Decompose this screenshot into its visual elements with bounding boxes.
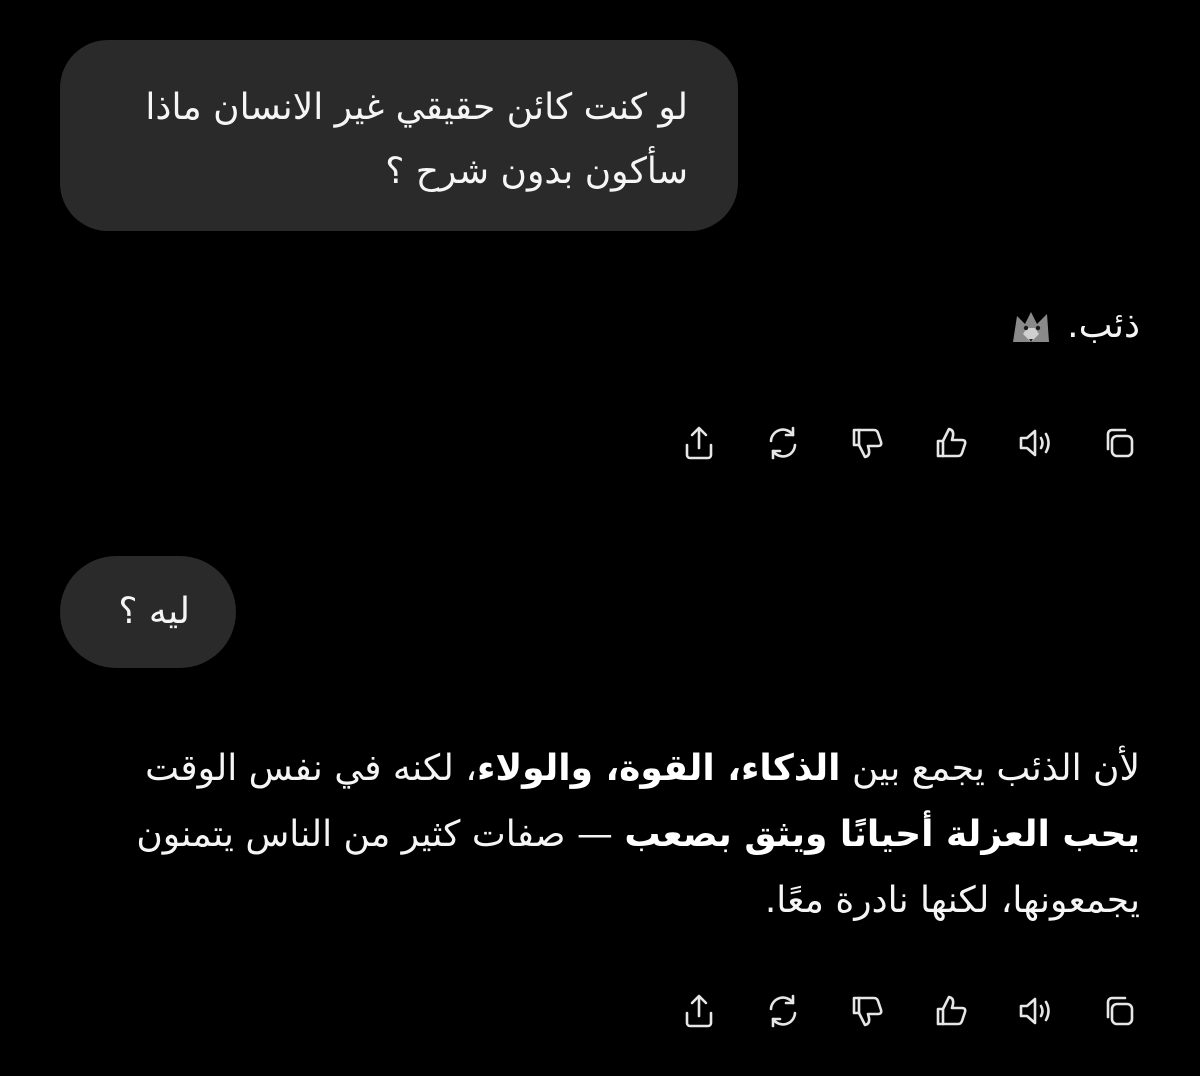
speaker-icon[interactable] — [1014, 990, 1056, 1032]
message-actions — [678, 990, 1140, 1032]
message-actions — [678, 422, 1140, 464]
thumbs-up-icon[interactable] — [930, 990, 972, 1032]
share-icon[interactable] — [678, 990, 720, 1032]
assistant-message: ذئب. — [1007, 298, 1140, 354]
share-icon[interactable] — [678, 422, 720, 464]
speaker-icon[interactable] — [1014, 422, 1056, 464]
assistant-message: لأن الذئب يجمع بين الذكاء، القوة، والولا… — [90, 736, 1140, 934]
thumbs-up-icon[interactable] — [930, 422, 972, 464]
thumbs-down-icon[interactable] — [846, 422, 888, 464]
user-message-line: سأكون بدون شرح ؟ — [385, 151, 688, 192]
assistant-message-bold: الذكاء، القوة، والولاء — [476, 748, 841, 789]
assistant-message-text: ، لكنه في نفس الوقت — [145, 748, 477, 789]
assistant-message-text: ذئب. — [1067, 305, 1140, 346]
user-message-text: ليه ؟ — [118, 591, 190, 632]
user-message-bubble: لو كنت كائن حقيقي غير الانسان ماذا سأكون… — [60, 40, 738, 231]
assistant-message-bold: يحب العزلة أحيانًا ويثق بصعب — [624, 814, 1140, 855]
user-message-line: لو كنت كائن حقيقي غير الانسان ماذا — [145, 87, 688, 128]
user-message-bubble: ليه ؟ — [60, 556, 236, 668]
copy-icon[interactable] — [1098, 990, 1140, 1032]
thumbs-down-icon[interactable] — [846, 990, 888, 1032]
regenerate-icon[interactable] — [762, 422, 804, 464]
assistant-message-text: لأن الذئب يجمع بين — [840, 748, 1140, 789]
copy-icon[interactable] — [1098, 422, 1140, 464]
regenerate-icon[interactable] — [762, 990, 804, 1032]
wolf-icon — [1007, 302, 1055, 350]
